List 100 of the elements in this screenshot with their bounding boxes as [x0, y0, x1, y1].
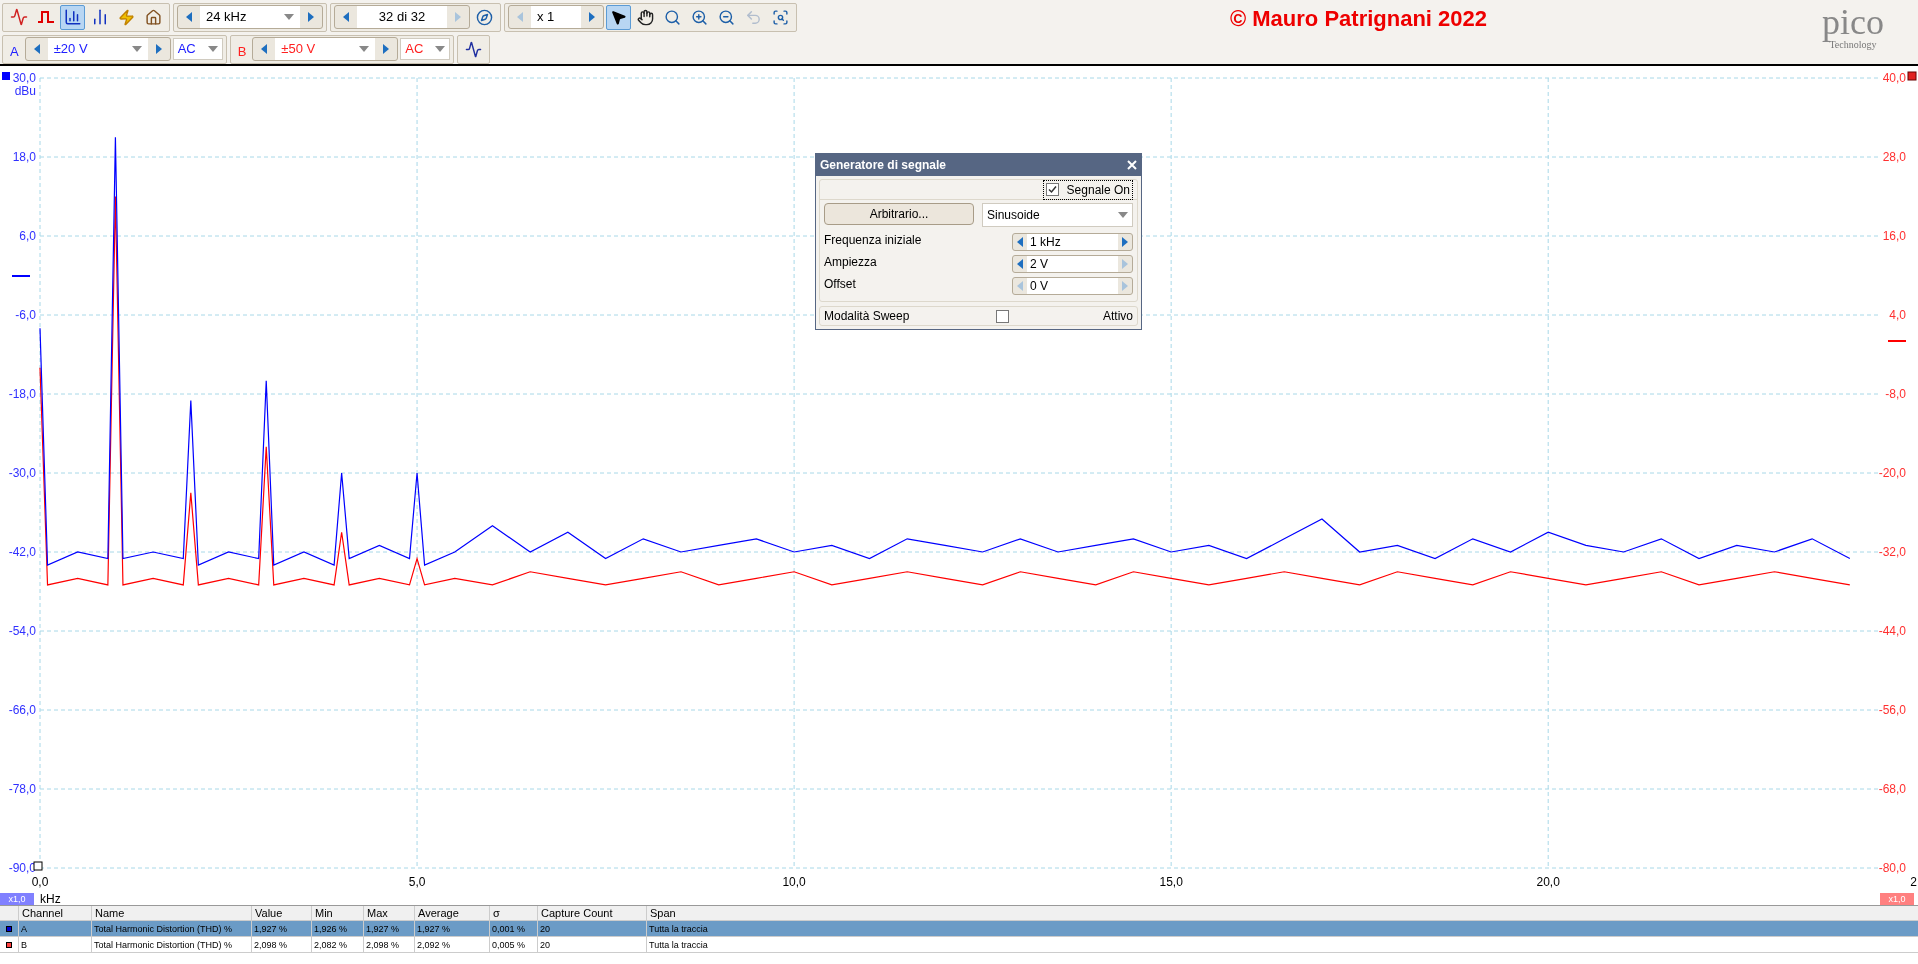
pointer-icon [610, 8, 627, 26]
waveform-dropdown[interactable]: Sinusoide [982, 203, 1133, 227]
table-cell: 20 [537, 937, 646, 952]
bar-chart-icon [63, 8, 82, 26]
scale-badge: x1,0 [0, 893, 34, 905]
offset-marker [1887, 340, 1907, 342]
close-button[interactable] [1127, 160, 1137, 170]
zoom-in-icon [691, 8, 708, 26]
axis-tick-label: -54,0 [8, 624, 36, 638]
arbitrary-button[interactable]: Arbitrario... [824, 203, 974, 225]
table-cell: Tutta la traccia [646, 937, 1918, 952]
trigger-marker-icon [33, 861, 43, 871]
coupling-dropdown[interactable]: AC [172, 38, 223, 60]
sweep-checkbox[interactable] [996, 309, 1009, 323]
dropdown-caret-icon [207, 46, 218, 52]
compass-icon [476, 8, 493, 26]
axis-tick-label: 15,0 [1159, 875, 1183, 889]
table-cell: 0,005 % [489, 937, 537, 952]
axis-tick-label: -68,0 [1878, 782, 1906, 796]
sweep-label: Modalità Sweep [824, 308, 911, 325]
table-cell: 2,098 % [363, 937, 414, 952]
table-cell: 0,001 % [489, 921, 537, 936]
table-cell: 2,092 % [414, 937, 489, 952]
axis-tick-label: 0,0 [31, 875, 49, 889]
axis-tick-label: 18,0 [12, 150, 36, 164]
table-cell: Total Harmonic Distortion (THD) % [91, 921, 251, 936]
axis-tick-label: -18,0 [8, 387, 36, 401]
dialog-title: Generatore di segnale [820, 157, 947, 174]
axis-tick-label: -80,0 [1878, 861, 1906, 875]
axis-tick-label: -8,0 [1885, 387, 1906, 401]
signal-on-checkbox[interactable]: Segnale On [1042, 179, 1133, 200]
channel-marker-icon [2, 72, 10, 80]
table-row[interactable]: A Total Harmonic Distortion (THD) % 1,927 % 1,926 % 1,927 % 1,927 % 0,001 % 20 Tutta la traccia [0, 921, 1918, 937]
wave-icon [9, 8, 28, 26]
channel-button[interactable]: A [6, 37, 23, 61]
axis-tick-label: -42,0 [8, 545, 36, 559]
wave-icon [465, 40, 483, 58]
scale-badge: x1,0 [1880, 893, 1914, 905]
table-row[interactable]: B Total Harmonic Distortion (THD) % 2,098 % 2,082 % 2,098 % 2,092 % 0,005 % 20 Tutta la traccia [0, 937, 1918, 953]
hand-icon [637, 8, 654, 26]
axis-tick-label: -32,0 [1878, 545, 1906, 559]
axis-tick-label: 16,0 [1882, 229, 1906, 243]
table-cell: 1,927 % [414, 921, 489, 936]
axis-tick-label: 10,0 [782, 875, 806, 889]
axis-tick-label: -78,0 [8, 782, 36, 796]
home-icon [145, 8, 162, 26]
table-cell: 1,926 % [311, 921, 363, 936]
table-cell: 1,927 % [363, 921, 414, 936]
axis-tick-label: 28,0 [1882, 150, 1906, 164]
axis-unit-label: dBu [14, 84, 36, 98]
column-header[interactable]: Min [311, 906, 363, 920]
axis-tick-label: 2 [1910, 875, 1917, 889]
undo-icon [745, 8, 762, 26]
table-cell: 1,927 % [251, 921, 311, 936]
axis-tick-label: 5,0 [408, 875, 426, 889]
column-header[interactable]: Span [646, 906, 1918, 920]
coupling-dropdown[interactable]: AC [400, 38, 451, 60]
close-icon [1127, 160, 1137, 170]
axis-unit-label: kHz [40, 892, 61, 905]
zoom-fit-icon [772, 8, 789, 26]
dropdown-caret-icon [435, 46, 446, 52]
view-mode-button[interactable] [60, 4, 85, 30]
column-header[interactable]: Name [91, 906, 251, 920]
table-cell: Total Harmonic Distortion (THD) % [91, 937, 251, 952]
column-header[interactable]: σ [489, 906, 537, 920]
axis-tick-label: -56,0 [1878, 703, 1906, 717]
channel-marker-icon [1907, 71, 1917, 81]
axis-tick-label: 6,0 [19, 229, 36, 243]
zoom-out-icon [718, 8, 735, 26]
lightning-icon [118, 8, 135, 26]
table-cell: 20 [537, 921, 646, 936]
table-cell: Tutta la traccia [646, 921, 1918, 936]
axis-tick-label: -6,0 [15, 308, 36, 322]
field-label: Offset [824, 276, 856, 293]
checkbox[interactable] [1045, 183, 1059, 196]
table-cell: 2,098 % [251, 937, 311, 952]
axis-tick-label: -20,0 [1878, 466, 1906, 480]
column-header[interactable]: Max [363, 906, 414, 920]
axis-tick-label: 30,0 [12, 71, 36, 85]
offset-marker [11, 275, 31, 277]
table-cell: B [18, 937, 91, 952]
logo: pico Technology [1821, 1, 1885, 52]
option-label: Attivo [1103, 308, 1133, 325]
column-header[interactable]: Average [414, 906, 489, 920]
column-header[interactable]: Capture Count [537, 906, 646, 920]
search-icon [664, 8, 681, 26]
axis-tick-label: -44,0 [1878, 624, 1906, 638]
copyright-text: © Mauro Patrignani 2022 [1229, 8, 1488, 30]
column-header[interactable]: Channel [18, 906, 91, 920]
table-cell: 2,082 % [311, 937, 363, 952]
axis-tick-label: 20,0 [1536, 875, 1560, 889]
axis-tick-label: -30,0 [8, 466, 36, 480]
field-label: Ampiezza [824, 254, 877, 271]
field-label: Frequenza iniziale [824, 232, 922, 249]
axis-tick-label: 4,0 [1889, 308, 1906, 322]
column-header[interactable]: Value [251, 906, 311, 920]
pointer-button[interactable] [606, 4, 631, 30]
check-icon [1047, 185, 1057, 194]
dropdown-caret-icon [1118, 212, 1128, 218]
axis-tick-label: -66,0 [8, 703, 36, 717]
